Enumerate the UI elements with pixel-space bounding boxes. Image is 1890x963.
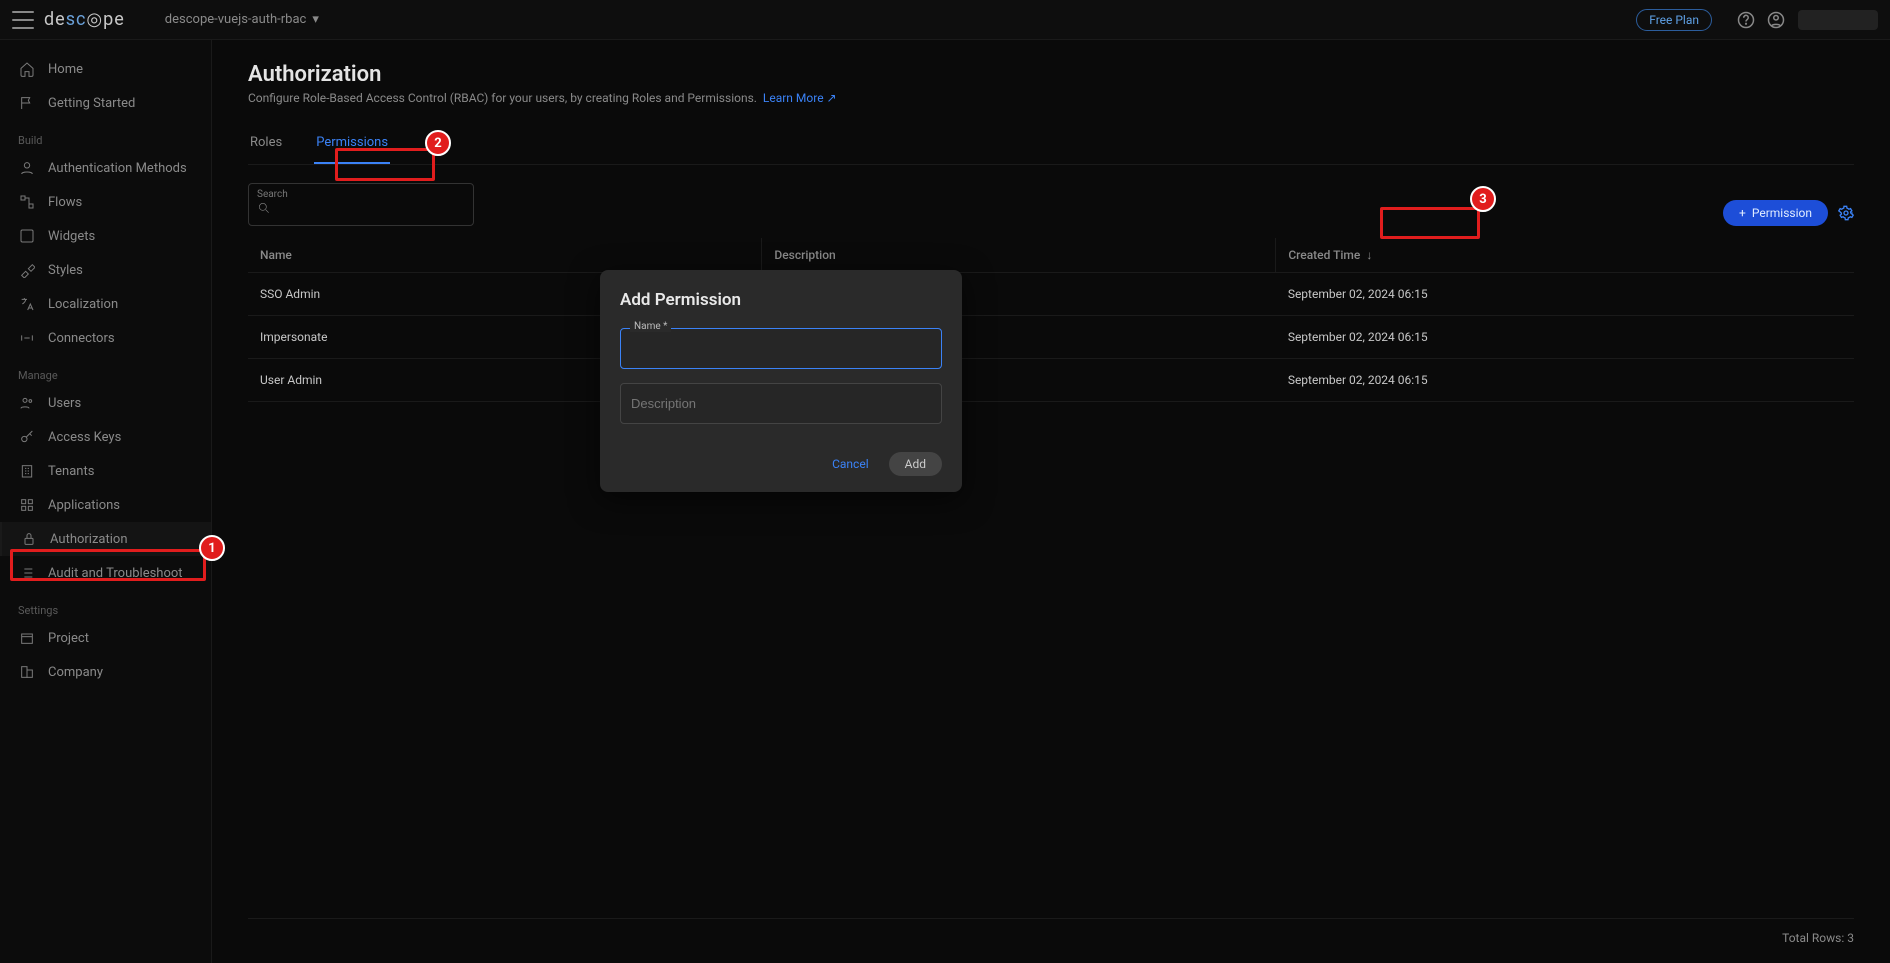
name-input[interactable] [620, 328, 942, 369]
sidebar-item-label: Connectors [48, 331, 115, 346]
sidebar-item-styles[interactable]: Styles [0, 253, 211, 287]
project-name: descope-vuejs-auth-rbac [165, 12, 307, 27]
search-input[interactable]: Search [248, 183, 474, 226]
home-icon [18, 60, 36, 78]
tabs: Roles Permissions [248, 125, 1854, 165]
page-title: Authorization [248, 62, 1854, 87]
description-field-wrapper [620, 383, 942, 424]
learn-more-link[interactable]: Learn More ↗ [763, 91, 837, 105]
key-icon [18, 428, 36, 446]
list-icon [18, 564, 36, 582]
table-footer: Total Rows: 3 [1782, 931, 1854, 945]
name-field-label: Name * [630, 321, 671, 332]
building-icon [18, 462, 36, 480]
add-permission-modal: Add Permission Name * Cancel Add [600, 270, 962, 492]
sidebar-item-auth-methods[interactable]: Authentication Methods [0, 151, 211, 185]
table-settings-icon[interactable] [1838, 205, 1854, 221]
sidebar-item-localization[interactable]: Localization [0, 287, 211, 321]
company-icon [18, 663, 36, 681]
project-selector[interactable]: descope-vuejs-auth-rbac ▾ [165, 12, 319, 27]
sidebar-item-project[interactable]: Project [0, 621, 211, 655]
col-description[interactable]: Description [762, 238, 1276, 273]
sidebar: Home Getting Started Build Authenticatio… [0, 40, 212, 963]
sidebar-item-audit[interactable]: Audit and Troubleshoot [0, 556, 211, 590]
sidebar-item-label: Access Keys [48, 430, 121, 445]
external-link-icon: ↗ [827, 91, 837, 105]
permissions-table: Name Description Created Time ↓ SSO Admi… [248, 238, 1854, 402]
translate-icon [18, 295, 36, 313]
sort-desc-icon: ↓ [1366, 248, 1372, 262]
sidebar-section-settings: Settings [0, 590, 211, 621]
help-icon[interactable] [1736, 10, 1756, 30]
search-icon [257, 201, 271, 219]
tab-roles[interactable]: Roles [248, 125, 284, 164]
sidebar-item-connectors[interactable]: Connectors [0, 321, 211, 355]
cancel-button[interactable]: Cancel [832, 457, 869, 471]
sidebar-item-label: Authorization [50, 532, 128, 547]
sidebar-item-label: Company [48, 665, 103, 680]
cell-created: September 02, 2024 06:15 [1276, 316, 1854, 359]
sidebar-item-label: Tenants [48, 464, 94, 479]
lock-icon [20, 530, 38, 548]
table-row[interactable]: SSO Admin September 02, 2024 06:15 [248, 273, 1854, 316]
brush-icon [18, 261, 36, 279]
modal-title: Add Permission [620, 290, 942, 310]
table-row[interactable]: User Admin September 02, 2024 06:15 [248, 359, 1854, 402]
flow-icon [18, 193, 36, 211]
sidebar-item-home[interactable]: Home [0, 52, 211, 86]
connector-icon [18, 329, 36, 347]
sidebar-section-manage: Manage [0, 355, 211, 386]
col-created[interactable]: Created Time ↓ [1276, 238, 1854, 273]
page-subtitle: Configure Role-Based Access Control (RBA… [248, 91, 1854, 105]
sidebar-item-widgets[interactable]: Widgets [0, 219, 211, 253]
person-icon [18, 159, 36, 177]
box-icon [18, 629, 36, 647]
sidebar-item-label: Getting Started [48, 96, 135, 111]
sidebar-item-getting-started[interactable]: Getting Started [0, 86, 211, 120]
sidebar-item-label: Flows [48, 195, 82, 210]
search-label: Search [257, 189, 288, 200]
col-name[interactable]: Name [248, 238, 762, 273]
sidebar-item-tenants[interactable]: Tenants [0, 454, 211, 488]
description-input[interactable] [620, 383, 942, 424]
add-permission-label: Permission [1752, 206, 1812, 220]
sidebar-section-build: Build [0, 120, 211, 151]
footer-divider [248, 918, 1854, 919]
sidebar-item-label: Project [48, 631, 89, 646]
add-permission-button[interactable]: + Permission [1723, 200, 1828, 226]
sidebar-item-label: Applications [48, 498, 120, 513]
sidebar-item-label: Authentication Methods [48, 161, 187, 176]
plan-chip[interactable]: Free Plan [1636, 9, 1712, 31]
cell-created: September 02, 2024 06:15 [1276, 273, 1854, 316]
brand-logo: desc◎pe [44, 9, 125, 30]
grid-icon [18, 496, 36, 514]
menu-toggle-icon[interactable] [12, 11, 34, 29]
sidebar-item-label: Audit and Troubleshoot [48, 566, 183, 581]
users-icon [18, 394, 36, 412]
sidebar-item-applications[interactable]: Applications [0, 488, 211, 522]
sidebar-item-company[interactable]: Company [0, 655, 211, 689]
sidebar-item-label: Widgets [48, 229, 95, 244]
sidebar-item-authorization[interactable]: Authorization [0, 522, 211, 556]
sidebar-item-flows[interactable]: Flows [0, 185, 211, 219]
cell-created: September 02, 2024 06:15 [1276, 359, 1854, 402]
chevron-down-icon: ▾ [312, 12, 319, 27]
table-row[interactable]: Impersonate September 02, 2024 06:15 [248, 316, 1854, 359]
add-button[interactable]: Add [889, 452, 942, 476]
main-content: Authorization Configure Role-Based Acces… [212, 40, 1890, 963]
sidebar-item-users[interactable]: Users [0, 386, 211, 420]
name-field-wrapper: Name * [620, 328, 942, 369]
widget-icon [18, 227, 36, 245]
flag-icon [18, 94, 36, 112]
sidebar-item-label: Home [48, 62, 83, 77]
sidebar-item-access-keys[interactable]: Access Keys [0, 420, 211, 454]
user-badge[interactable] [1798, 10, 1878, 30]
plus-icon: + [1739, 206, 1746, 220]
account-icon[interactable] [1766, 10, 1786, 30]
tab-permissions[interactable]: Permissions [314, 125, 390, 164]
sidebar-item-label: Localization [48, 297, 118, 312]
top-bar: desc◎pe descope-vuejs-auth-rbac ▾ Free P… [0, 0, 1890, 40]
sidebar-item-label: Styles [48, 263, 83, 278]
sidebar-item-label: Users [48, 396, 81, 411]
